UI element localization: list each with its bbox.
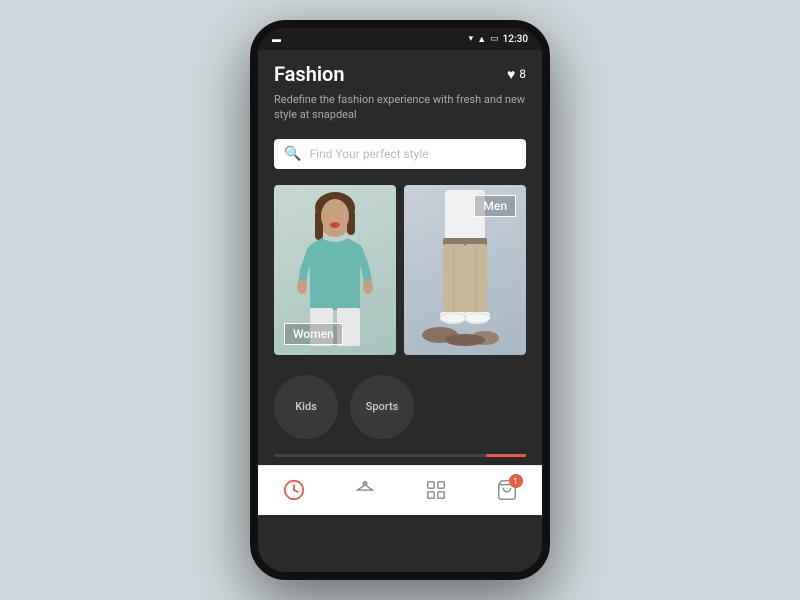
slider-bar [258, 447, 542, 465]
header: Fashion ♥ 8 Redefine the fashion experie… [258, 50, 542, 131]
cart-badge: 1 [509, 474, 523, 488]
sports-label: Sports [366, 400, 399, 413]
status-left: ▬ [272, 34, 281, 45]
heart-badge[interactable]: ♥ 8 [507, 66, 526, 83]
kids-label: Kids [295, 400, 317, 413]
search-container: 🔍 Find Your perfect style [258, 131, 542, 177]
circles-row: Kids Sports [258, 363, 542, 447]
category-card-men[interactable]: Men [404, 185, 526, 355]
sports-circle-button[interactable]: Sports [350, 375, 414, 439]
signal-icon: ▲ [477, 34, 486, 45]
slider-fill [486, 454, 526, 457]
app-title: Fashion [274, 62, 345, 86]
women-label: Women [284, 323, 343, 345]
hanger-icon [354, 479, 376, 501]
nav-item-cart[interactable]: 1 [487, 470, 527, 510]
search-icon: 🔍 [284, 146, 301, 162]
search-box[interactable]: 🔍 Find Your perfect style [274, 139, 526, 169]
clock-icon [283, 479, 305, 501]
status-time: 12:30 [503, 34, 528, 45]
category-grid: Women [258, 177, 542, 363]
screen: Fashion ♥ 8 Redefine the fashion experie… [258, 50, 542, 572]
nav-item-fashion[interactable] [345, 470, 385, 510]
nav-item-recent[interactable] [274, 470, 314, 510]
search-placeholder: Find Your perfect style [309, 147, 516, 161]
grid-icon [425, 479, 447, 501]
men-label: Men [474, 195, 516, 217]
heart-count: 8 [519, 67, 526, 81]
bottom-nav: 1 [258, 465, 542, 515]
heart-icon: ♥ [507, 66, 515, 83]
phone-frame: ▬ ▾ ▲ ▭ 12:30 Fashion ♥ 8 Redefine the f… [250, 20, 550, 580]
battery-icon: ▭ [490, 34, 499, 44]
nav-item-browse[interactable] [416, 470, 456, 510]
header-top: Fashion ♥ 8 [274, 62, 526, 86]
notification-icon: ▬ [272, 34, 281, 45]
wifi-icon: ▾ [469, 34, 474, 44]
subtitle-text: Redefine the fashion experience with fre… [274, 92, 526, 123]
status-right: ▾ ▲ ▭ 12:30 [469, 34, 528, 45]
kids-circle-button[interactable]: Kids [274, 375, 338, 439]
slider-track [274, 454, 526, 457]
category-card-women[interactable]: Women [274, 185, 396, 355]
status-bar: ▬ ▾ ▲ ▭ 12:30 [258, 28, 542, 50]
